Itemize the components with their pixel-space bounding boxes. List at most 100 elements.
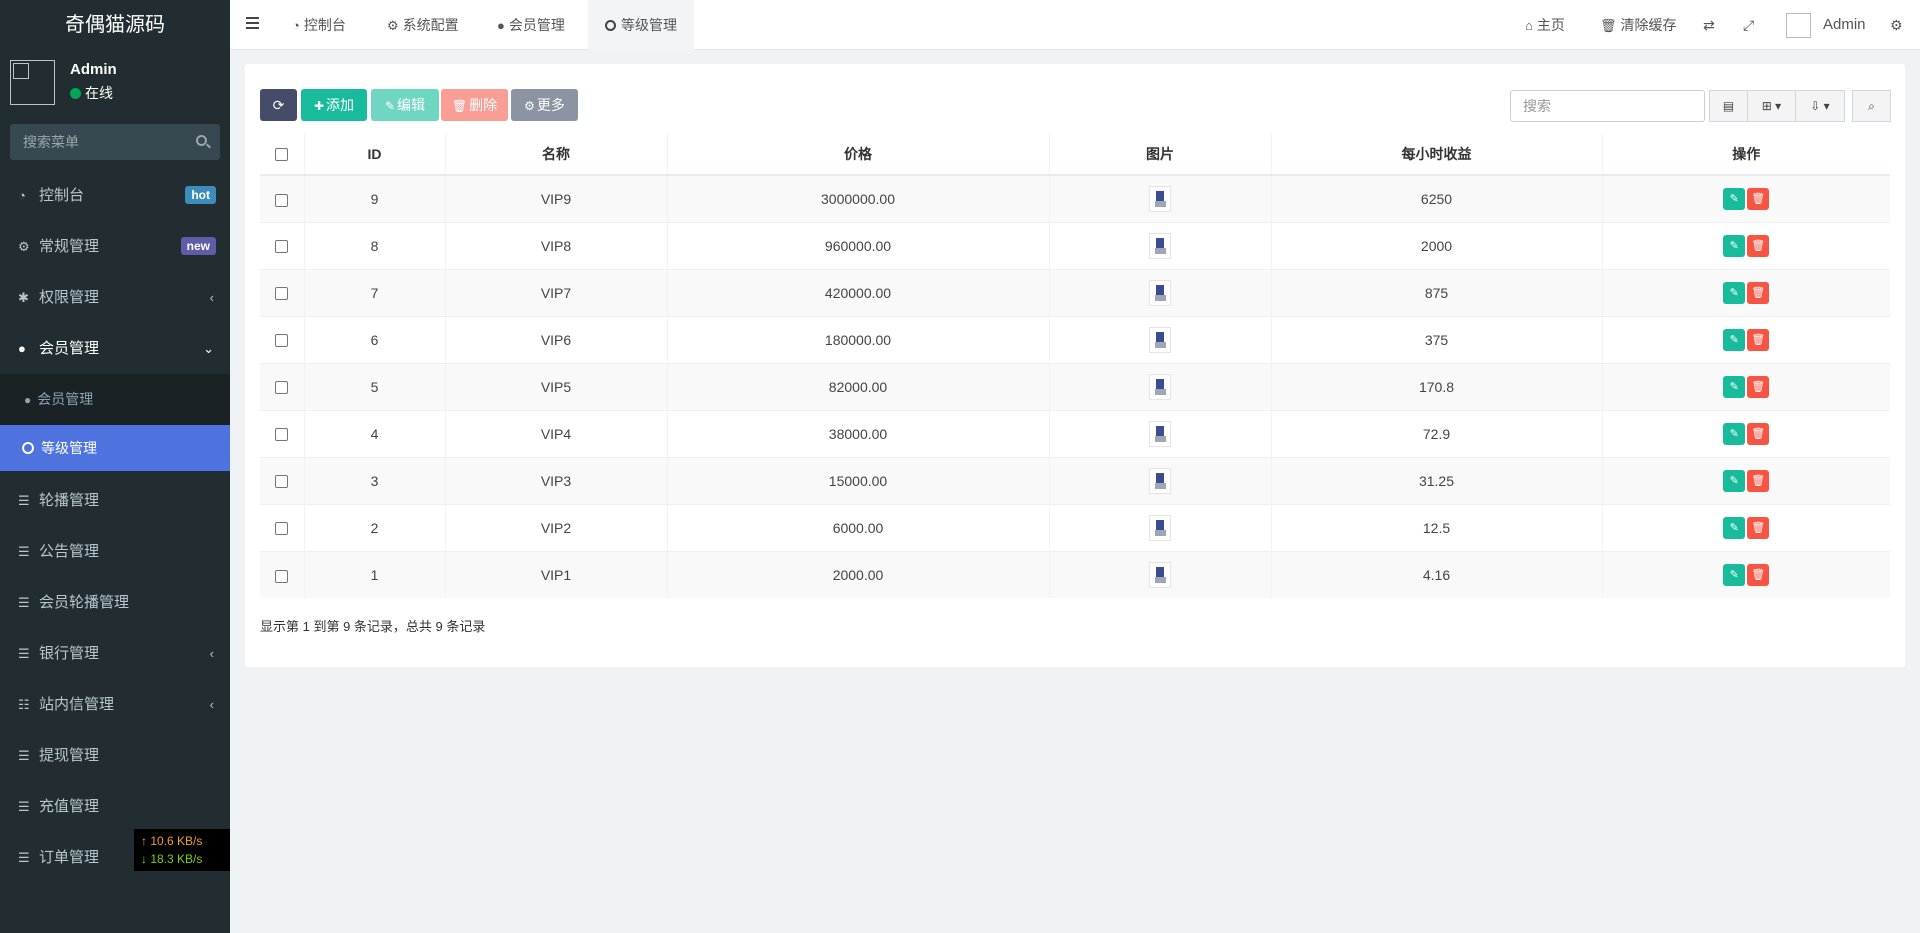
- sidebar-item-recharge[interactable]: ☰ 充值管理: [0, 781, 230, 832]
- cell-image: [1049, 550, 1272, 598]
- clear-cache-button[interactable]: 🗑 清除缓存: [1600, 0, 1677, 50]
- row-delete-button[interactable]: 🗑: [1747, 563, 1770, 586]
- menu-toggle-icon[interactable]: [246, 17, 259, 29]
- level-image-thumbnail[interactable]: [1149, 326, 1171, 353]
- home-link[interactable]: ⌂ 主页: [1525, 0, 1565, 50]
- sidebar-item-members[interactable]: ● 会员管理 ⌄: [0, 323, 230, 374]
- row-checkbox[interactable]: [275, 240, 289, 254]
- sidebar-item-notice[interactable]: ☰ 公告管理: [0, 526, 230, 577]
- more-button[interactable]: ⚙ 更多: [511, 89, 578, 121]
- cogs-icon[interactable]: ⚙: [1890, 0, 1903, 50]
- sidebar-subitem-levels[interactable]: 等级管理: [0, 425, 230, 471]
- cell-price: 82000.00: [667, 362, 1050, 410]
- row-delete-button[interactable]: 🗑: [1747, 516, 1770, 539]
- select-all-checkbox[interactable]: [275, 148, 289, 162]
- column-header-hourly-income[interactable]: 每小时收益: [1271, 133, 1603, 176]
- level-image-thumbnail[interactable]: [1149, 514, 1171, 541]
- add-button[interactable]: ✚ 添加: [301, 89, 367, 121]
- edit-button[interactable]: ✎ 编辑: [371, 89, 439, 121]
- sidebar-item-label: 银行管理: [39, 645, 100, 662]
- table-row[interactable]: 2 VIP2 6000.00 12.5 ✎ 🗑: [260, 503, 1890, 551]
- row-edit-button[interactable]: ✎: [1723, 516, 1746, 539]
- table-row[interactable]: 9 VIP9 3000000.00 6250 ✎ 🗑: [260, 174, 1890, 222]
- table-row[interactable]: 7 VIP7 420000.00 875 ✎ 🗑: [260, 268, 1890, 316]
- delete-button[interactable]: 🗑 删除: [441, 89, 508, 121]
- level-image-thumbnail[interactable]: [1149, 561, 1171, 588]
- level-image-thumbnail[interactable]: [1149, 232, 1171, 259]
- level-image-thumbnail[interactable]: [1149, 185, 1171, 212]
- menu-search-input[interactable]: [10, 124, 220, 160]
- table-row[interactable]: 6 VIP6 180000.00 375 ✎ 🗑: [260, 315, 1890, 363]
- row-checkbox[interactable]: [275, 475, 289, 489]
- sidebar-item-bank[interactable]: ☰ 银行管理 ‹: [0, 628, 230, 679]
- tab-levels[interactable]: 等级管理: [588, 0, 694, 50]
- row-checkbox[interactable]: [275, 193, 289, 207]
- cell-price: 3000000.00: [667, 174, 1050, 222]
- table-row[interactable]: 8 VIP8 960000.00 2000 ✎ 🗑: [260, 221, 1890, 269]
- sidebar-item-dashboard[interactable]: ◔ 控制台 hot: [0, 170, 230, 221]
- app-logo[interactable]: 奇偶猫源码: [0, 0, 230, 50]
- table-row[interactable]: 3 VIP3 15000.00 31.25 ✎ 🗑: [260, 456, 1890, 504]
- row-checkbox[interactable]: [275, 428, 289, 442]
- table-row[interactable]: 1 VIP1 2000.00 4.16 ✎ 🗑: [260, 550, 1890, 598]
- level-image-thumbnail[interactable]: [1149, 279, 1171, 306]
- sidebar-item-auth[interactable]: ✱ 权限管理 ‹: [0, 272, 230, 323]
- row-edit-button[interactable]: ✎: [1723, 187, 1746, 210]
- row-edit-button[interactable]: ✎: [1723, 375, 1746, 398]
- table-row[interactable]: 4 VIP4 38000.00 72.9 ✎ 🗑: [260, 409, 1890, 457]
- row-delete-button[interactable]: 🗑: [1747, 187, 1770, 210]
- columns-button[interactable]: ⊞ ▾: [1747, 90, 1796, 122]
- level-image-thumbnail[interactable]: [1149, 467, 1171, 494]
- row-checkbox[interactable]: [275, 522, 289, 536]
- sidebar-item-withdraw[interactable]: ☰ 提现管理: [0, 730, 230, 781]
- sidebar-item-general[interactable]: ⚙ 常规管理 new: [0, 221, 230, 272]
- toggle-view-button[interactable]: ▤: [1709, 90, 1748, 122]
- row-edit-button[interactable]: ✎: [1723, 469, 1746, 492]
- row-delete-button[interactable]: 🗑: [1747, 375, 1770, 398]
- refresh-button[interactable]: ⟳: [260, 89, 297, 121]
- tab-dashboard[interactable]: ◔ 控制台: [292, 0, 346, 50]
- row-edit-button[interactable]: ✎: [1723, 563, 1746, 586]
- row-delete-button[interactable]: 🗑: [1747, 469, 1770, 492]
- level-image-thumbnail[interactable]: [1149, 373, 1171, 400]
- column-header-id[interactable]: ID: [304, 133, 446, 176]
- row-checkbox[interactable]: [275, 569, 289, 583]
- row-edit-button[interactable]: ✎: [1723, 422, 1746, 445]
- column-header-price[interactable]: 价格: [667, 133, 1050, 176]
- table-search-input[interactable]: [1511, 91, 1704, 121]
- cogs-icon: ⚙: [18, 239, 30, 254]
- fullscreen-icon[interactable]: ⤢: [1743, 0, 1754, 50]
- sidebar-subitem-members[interactable]: ● 会员管理: [0, 374, 230, 425]
- language-icon[interactable]: ⇄: [1703, 0, 1715, 50]
- cell-id: 5: [304, 362, 446, 410]
- sidebar-item-label: 控制台: [39, 187, 85, 204]
- sidebar-item-messages[interactable]: ☷ 站内信管理 ‹: [0, 679, 230, 730]
- row-delete-button[interactable]: 🗑: [1747, 328, 1770, 351]
- column-header-name[interactable]: 名称: [445, 133, 668, 176]
- row-checkbox[interactable]: [275, 334, 289, 348]
- row-edit-button[interactable]: ✎: [1723, 234, 1746, 257]
- cell-id: 4: [304, 409, 446, 457]
- row-delete-button[interactable]: 🗑: [1747, 422, 1770, 445]
- export-button[interactable]: ⇩ ▾: [1795, 90, 1845, 122]
- column-header-image[interactable]: 图片: [1049, 133, 1272, 176]
- row-checkbox[interactable]: [275, 287, 289, 301]
- row-edit-button[interactable]: ✎: [1723, 281, 1746, 304]
- cell-hourly-income: 170.8: [1271, 362, 1603, 410]
- row-checkbox[interactable]: [275, 381, 289, 395]
- home-label: 主页: [1536, 17, 1565, 33]
- tab-members[interactable]: ● 会员管理: [497, 0, 565, 50]
- row-edit-button[interactable]: ✎: [1723, 328, 1746, 351]
- row-delete-button[interactable]: 🗑: [1747, 234, 1770, 257]
- table-row[interactable]: 5 VIP5 82000.00 170.8 ✎ 🗑: [260, 362, 1890, 410]
- sidebar-item-carousel[interactable]: ☰ 轮播管理: [0, 475, 230, 526]
- table-search: [1510, 90, 1705, 122]
- sidebar-item-member-carousel[interactable]: ☰ 会员轮播管理: [0, 577, 230, 628]
- advanced-search-button[interactable]: ⌕: [1852, 90, 1891, 122]
- sidebar-item-label: 轮播管理: [39, 492, 100, 509]
- user-menu[interactable]: Admin: [1786, 0, 1896, 50]
- search-icon[interactable]: [196, 135, 207, 146]
- row-delete-button[interactable]: 🗑: [1747, 281, 1770, 304]
- tab-system-config[interactable]: ⚙ 系统配置: [387, 0, 459, 50]
- level-image-thumbnail[interactable]: [1149, 420, 1171, 447]
